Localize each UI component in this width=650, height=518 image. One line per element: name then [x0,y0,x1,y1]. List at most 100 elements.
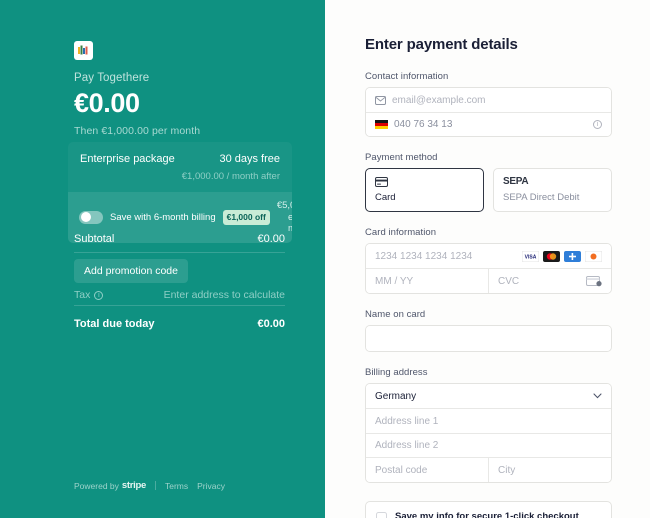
email-placeholder: email@example.com [392,94,486,106]
tax-row: Tax i Enter address to calculate [74,289,285,301]
card-expiry-placeholder: MM / YY [375,275,414,287]
discount-badge: €1,000 off [222,209,270,225]
total-row: Total due today €0.00 [74,318,285,330]
phone-value: 040 76 34 13 [394,119,453,130]
mastercard-icon [543,250,560,262]
payment-method-label: Payment method [365,152,438,163]
footer-divider [154,481,156,490]
recurring-note: Then €1,000.00 per month [74,125,201,138]
card-expiry-cell: MM / YY [366,269,488,293]
save-info-checkbox[interactable] [376,512,387,518]
payment-method-tabs: Card SEPA SEPA Direct Debit [365,168,612,212]
tax-value: Enter address to calculate [163,289,285,301]
envelope-icon [375,95,386,105]
visa-icon: VISA [522,250,539,262]
country-value: Germany [375,390,417,402]
card-information-label: Card information [365,227,437,238]
summary-header: Pay Togethere €0.00 Then €1,000.00 per m… [74,72,291,137]
add-promotion-code-button[interactable]: Add promotion code [74,259,188,283]
city-placeholder: City [498,464,516,476]
card-information-group: Card information 1234 1234 1234 1234 VIS… [365,227,612,294]
six-month-billing-label: Save with 6-month billing [110,211,216,223]
card-number-field[interactable]: 1234 1234 1234 1234 VISA [366,244,611,268]
six-month-billing-toggle[interactable] [79,210,103,224]
card-cvc-cell: CVC [488,269,611,293]
postal-city-row: Postal code City [366,457,611,482]
subtotal-row: Subtotal €0.00 [74,233,285,245]
contact-information-label: Contact information [365,71,449,82]
page-title: Enter payment details [365,36,518,53]
credit-card-icon [375,176,474,187]
card-cvc-placeholder: CVC [498,275,520,287]
card-number-placeholder: 1234 1234 1234 1234 [375,250,473,262]
package-after-price: €1,000.00 / month after [181,171,280,182]
billing-address-label: Billing address [365,367,428,378]
subtotal-label: Subtotal [74,233,115,245]
save-info-title: Save my info for secure 1-click checkout [395,511,579,518]
cvc-card-icon [586,275,602,286]
save-info-text: Save my info for secure 1-click checkout… [395,511,579,518]
card-expiry-cvc-row: MM / YY CVC [366,268,611,293]
powered-by-text: Powered by [74,480,119,491]
card-cvc-field[interactable]: CVC [489,269,611,293]
total-value: €0.00 [257,318,285,330]
chevron-down-icon [593,391,602,401]
address-line-2-placeholder: Address line 2 [375,440,439,451]
total-label: Total due today [74,318,155,330]
terms-link[interactable]: Terms [165,481,188,491]
package-name: Enterprise package [80,153,175,165]
phone-info[interactable]: i [593,120,602,129]
name-on-card-field[interactable] [366,326,611,351]
name-on-card-box [365,325,612,352]
package-card: Enterprise package 30 days free €1,000.0… [68,142,292,243]
address-line-1-placeholder: Address line 1 [375,415,439,427]
phone-field[interactable]: 040 76 34 13 i [366,112,611,136]
tab-card[interactable]: Card [365,168,484,212]
powered-by-stripe[interactable]: Powered by stripe [74,480,146,491]
card-brand-icons: VISA [522,250,602,262]
save-info-box[interactable]: Save my info for secure 1-click checkout… [365,501,612,518]
address-line-1-field[interactable]: Address line 1 [366,409,611,433]
tax-label-group: Tax i [74,289,104,301]
package-trial-badge: 30 days free [219,153,280,165]
merchant-logo-icon [74,41,93,60]
order-summary-panel: Pay Togethere €0.00 Then €1,000.00 per m… [0,0,325,518]
name-on-card-group: Name on card [365,309,612,352]
city-cell: City [488,458,611,482]
germany-flag-icon [375,120,388,129]
toggle-knob [80,212,91,222]
six-month-price: €5,000.00 every 6 months [277,200,292,234]
amex-icon [564,250,581,262]
subtotal-value: €0.00 [257,233,285,245]
tab-card-label: Card [375,192,396,203]
postal-code-field[interactable]: Postal code [366,458,488,482]
billing-address-fields: Germany Address line 1 Address line 2 Po… [365,383,612,483]
card-fields: 1234 1234 1234 1234 VISA MM / YY CVC [365,243,612,294]
tab-sepa-label: SEPA Direct Debit [503,192,580,203]
six-month-amount: €5,000.00 [276,200,292,211]
cvc-hint [586,275,602,287]
city-field[interactable]: City [489,458,611,482]
payment-method-group: Payment method Card SEPA SEPA Direct Deb… [365,152,612,212]
divider [74,252,285,253]
billing-address-group: Billing address Germany Address line 1 A… [365,367,612,483]
svg-text:VISA: VISA [525,254,537,260]
postal-code-cell: Postal code [366,458,488,482]
merchant-name: Pay Togethere [74,72,150,84]
country-select[interactable]: Germany [366,384,611,409]
tax-label: Tax [74,289,91,301]
package-details: Enterprise package 30 days free €1,000.0… [68,142,292,192]
address-line-2-field[interactable]: Address line 2 [366,433,611,457]
email-field[interactable]: email@example.com [366,88,611,112]
card-expiry-field[interactable]: MM / YY [366,269,488,293]
contact-information-group: Contact information email@example.com 04… [365,71,612,137]
stripe-wordmark: stripe [121,480,146,491]
info-icon[interactable]: i [593,120,602,129]
payment-form-panel: Enter payment details Contact informatio… [325,0,650,518]
divider [74,305,285,306]
privacy-link[interactable]: Privacy [197,481,225,491]
footer: Powered by stripe Terms Privacy [74,480,225,491]
info-icon[interactable]: i [94,290,104,300]
tab-sepa-direct-debit[interactable]: SEPA SEPA Direct Debit [493,168,612,212]
name-on-card-label: Name on card [365,309,426,320]
